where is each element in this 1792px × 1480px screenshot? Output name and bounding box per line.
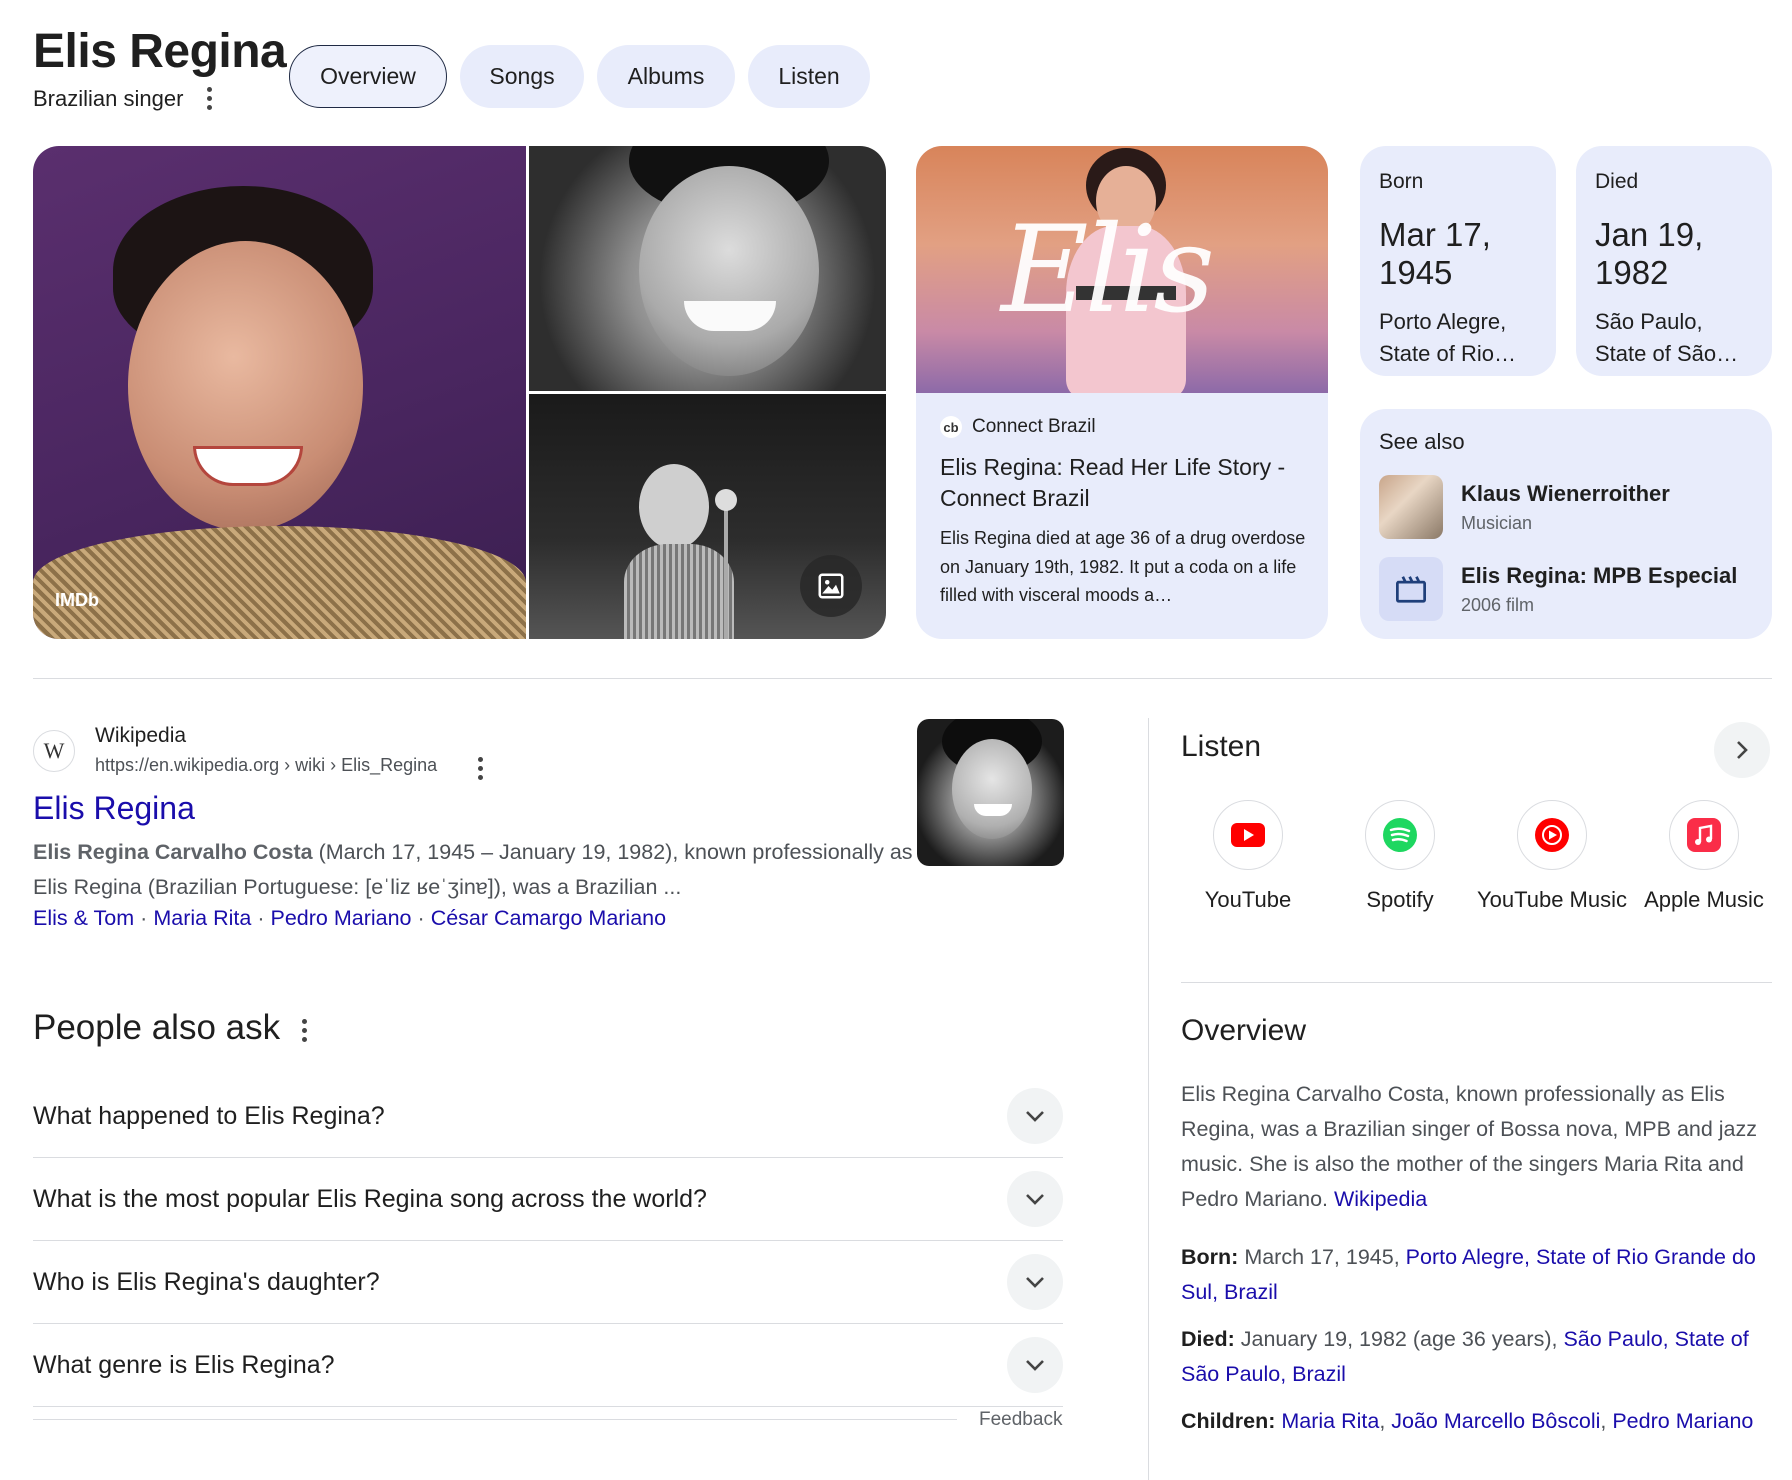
see-also-item[interactable]: Klaus Wienerroither Musician (1379, 475, 1670, 539)
result-sitelinks: Elis & Tom · Maria Rita · Pedro Mariano · Césa… (33, 906, 667, 930)
result-site-name: Wikipedia (95, 724, 187, 747)
people-also-ask-title: People also ask (33, 1008, 281, 1047)
fact-children: Children: Maria Rita, João Marcello Bôsc… (1181, 1409, 1754, 1433)
panel-divider (1148, 718, 1149, 1480)
provider-apple-music[interactable]: Apple Music (1628, 800, 1780, 917)
died-place: São Paulo, State of São… (1595, 309, 1739, 366)
provider-name: YouTube (1204, 887, 1292, 912)
see-also-name: Elis Regina: MPB Especial (1461, 562, 1738, 588)
chevron-down-icon[interactable] (1007, 1254, 1063, 1310)
overview-title: Overview (1181, 1014, 1307, 1047)
question-row[interactable]: What is the most popular Elis Regina son… (33, 1158, 1063, 1241)
question-row[interactable]: What happened to Elis Regina? (33, 1075, 1063, 1158)
born-label: Born (1379, 170, 1424, 193)
main-photo[interactable] (33, 146, 526, 639)
more-options-icon[interactable] (468, 754, 492, 782)
chevron-right-icon[interactable] (1714, 722, 1770, 778)
article-title: Elis Regina: Read Her Life Story - Conne… (940, 454, 1286, 511)
question-text: Who is Elis Regina's daughter? (33, 1267, 380, 1296)
wikipedia-link[interactable]: Wikipedia (1334, 1187, 1427, 1211)
see-also-card: See also Klaus Wienerroither Musician El… (1360, 409, 1772, 639)
section-divider (1181, 982, 1772, 983)
question-text: What happened to Elis Regina? (33, 1101, 385, 1130)
child-link[interactable]: Maria Rita (1281, 1409, 1379, 1433)
provider-youtube[interactable]: YouTube (1172, 800, 1324, 917)
article-source: Connect Brazil (972, 416, 1096, 437)
result-snippet: Elis Regina Carvalho Costa (March 17, 19… (33, 840, 913, 899)
youtube-music-icon (1517, 800, 1587, 870)
see-also-title: See also (1379, 429, 1465, 454)
sitelink[interactable]: Elis & Tom (33, 906, 134, 930)
article-image-caption: Elis (1001, 201, 1215, 340)
born-date: Mar 17, 1945 (1379, 216, 1491, 291)
see-also-sub: 2006 film (1461, 594, 1535, 615)
overview-description: Elis Regina Carvalho Costa, known profes… (1181, 1082, 1758, 1211)
provider-name: YouTube Music (1476, 887, 1627, 912)
image-icon (818, 573, 844, 599)
sitelink[interactable]: Pedro Mariano (270, 906, 411, 930)
article-snippet: Elis Regina died at age 36 of a drug ove… (940, 528, 1306, 605)
film-icon (1379, 557, 1443, 621)
provider-name: Spotify (1366, 887, 1434, 912)
article-image: Elis (916, 146, 1328, 393)
wikipedia-icon: W (33, 730, 75, 772)
more-options-icon[interactable] (292, 1016, 316, 1044)
portrait-photo[interactable] (529, 146, 886, 391)
provider-youtube-music[interactable]: YouTube Music (1476, 800, 1628, 917)
result-title-link[interactable]: Elis Regina (33, 790, 195, 827)
article-card[interactable]: Elis cb Connect Brazil Elis Regina: Read… (916, 146, 1328, 639)
spotify-icon (1365, 800, 1435, 870)
question-row[interactable]: What genre is Elis Regina? (33, 1324, 1063, 1407)
chevron-down-icon[interactable] (1007, 1337, 1063, 1393)
more-images-button[interactable] (800, 555, 862, 617)
feedback-divider (33, 1419, 957, 1420)
listen-title: Listen (1181, 730, 1262, 763)
tab-listen[interactable]: Listen (748, 45, 870, 108)
question-row[interactable]: Who is Elis Regina's daughter? (33, 1241, 1063, 1324)
question-text: What is the most popular Elis Regina son… (33, 1184, 707, 1213)
chevron-down-icon[interactable] (1007, 1088, 1063, 1144)
see-also-item[interactable]: Elis Regina: MPB Especial 2006 film (1379, 557, 1737, 621)
result-thumbnail[interactable] (917, 719, 1064, 866)
tab-songs[interactable]: Songs (460, 45, 584, 108)
died-date: Jan 19, 1982 (1595, 216, 1704, 291)
sitelink[interactable]: Maria Rita (153, 906, 251, 930)
result-url: https://en.wikipedia.org › wiki › Elis_R… (95, 755, 438, 775)
question-text: What genre is Elis Regina? (33, 1350, 335, 1379)
source-logo-icon: cb (940, 416, 962, 438)
fact-died: Died: January 19, 1982 (age 36 years), S… (1181, 1327, 1749, 1386)
chevron-down-icon[interactable] (1007, 1171, 1063, 1227)
born-place: Porto Alegre, State of Rio… (1379, 309, 1516, 366)
entity-subtitle: Brazilian singer (33, 86, 184, 111)
youtube-icon (1213, 800, 1283, 870)
apple-music-icon (1669, 800, 1739, 870)
sitelink[interactable]: César Camargo Mariano (431, 906, 666, 930)
provider-name: Apple Music (1644, 887, 1764, 912)
fact-born: Born: March 17, 1945, Porto Alegre, Stat… (1181, 1245, 1756, 1304)
child-link[interactable]: Pedro Mariano (1612, 1409, 1753, 1433)
feedback-link[interactable]: Feedback (979, 1409, 1062, 1431)
image-credit: IMDb (55, 590, 99, 610)
died-card[interactable]: Died Jan 19, 1982 São Paulo, State of Sã… (1576, 146, 1772, 376)
avatar (1379, 475, 1443, 539)
tab-overview[interactable]: Overview (289, 45, 447, 108)
more-options-icon[interactable] (197, 84, 221, 112)
provider-spotify[interactable]: Spotify (1324, 800, 1476, 917)
born-card[interactable]: Born Mar 17, 1945 Porto Alegre, State of… (1360, 146, 1556, 376)
entity-title: Elis Regina (33, 25, 287, 78)
child-link[interactable]: João Marcello Bôscoli (1391, 1409, 1600, 1433)
see-also-sub: Musician (1461, 512, 1533, 533)
see-also-name: Klaus Wienerroither (1461, 480, 1670, 506)
died-label: Died (1595, 170, 1639, 193)
tab-albums[interactable]: Albums (597, 45, 735, 108)
section-divider (33, 678, 1772, 679)
